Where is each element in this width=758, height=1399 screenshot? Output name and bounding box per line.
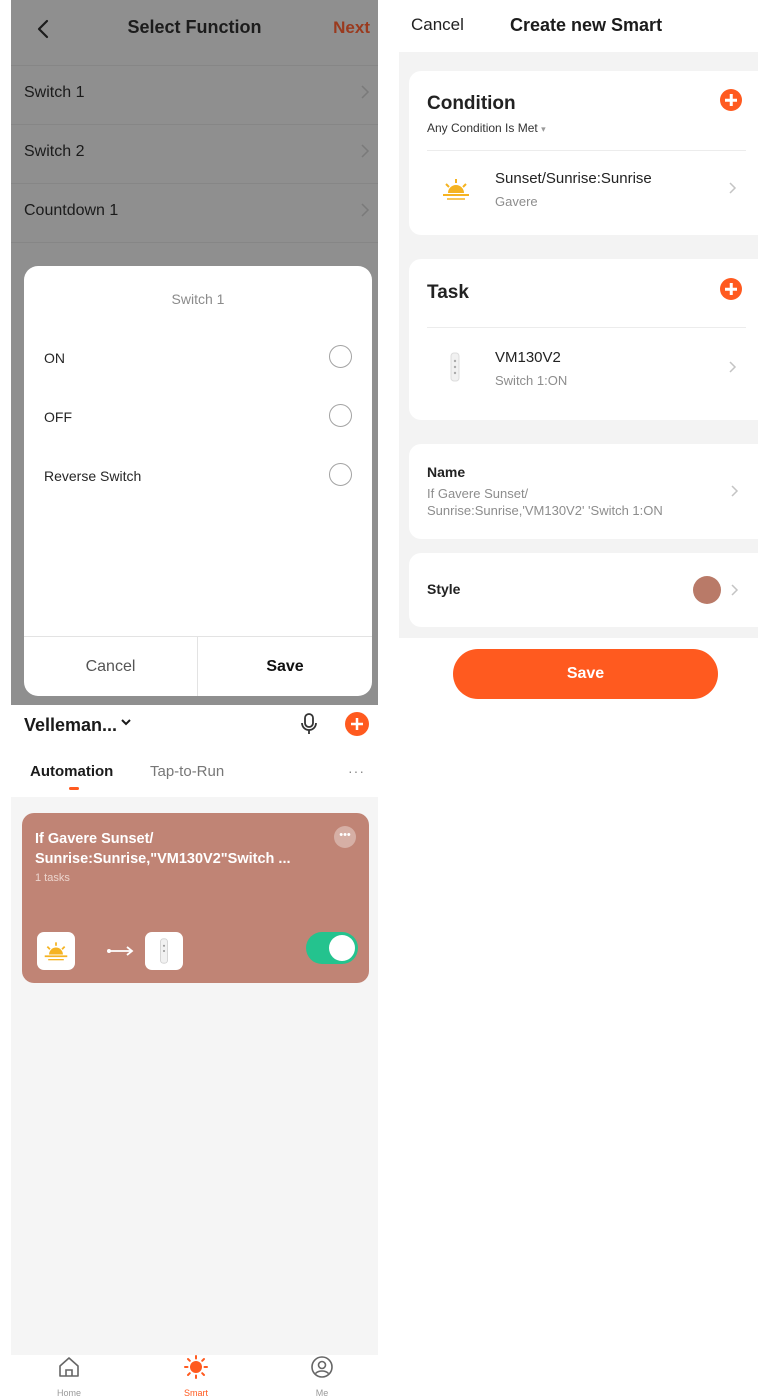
task-item[interactable]: VM130V2 Switch 1:ON xyxy=(409,328,758,420)
select-function-header: Select Function Next xyxy=(11,0,378,56)
condition-mode-label: Any Condition Is Met xyxy=(427,121,538,135)
nav-me[interactable]: Me xyxy=(282,1355,362,1399)
condition-mode-selector[interactable]: Any Condition Is Met ▾ xyxy=(427,121,546,135)
bottom-navigation: Home Smart Me xyxy=(11,1355,378,1399)
microphone-icon[interactable] xyxy=(300,712,318,736)
radio-button[interactable] xyxy=(329,404,352,427)
option-label: Reverse Switch xyxy=(44,468,142,484)
smart-icon xyxy=(184,1355,208,1379)
option-on[interactable]: ON xyxy=(24,339,372,379)
task-card: Task VM130V2 Switch 1:ON xyxy=(409,259,758,420)
dialog-save-button[interactable]: Save xyxy=(198,637,372,696)
device-icon xyxy=(450,352,460,382)
function-row-label: Switch 2 xyxy=(24,143,85,160)
chevron-down-icon[interactable] xyxy=(119,715,133,729)
name-value-line: If Gavere Sunset/ xyxy=(427,486,529,501)
task-title: Task xyxy=(427,282,469,303)
name-card[interactable]: Name If Gavere Sunset/ Sunrise:Sunrise,'… xyxy=(409,444,758,539)
more-options-button[interactable]: ··· xyxy=(348,763,365,779)
chevron-right-icon xyxy=(361,85,370,99)
smart-topbar: Velleman... Automation Tap-to-Run ··· xyxy=(11,705,378,797)
condition-item-subtitle: Gavere xyxy=(495,194,538,209)
function-row-countdown-1[interactable]: Countdown 1 xyxy=(11,183,378,242)
select-function-screen: Select Function Next Switch 1 Switch 2 C… xyxy=(11,0,378,705)
chevron-right-icon xyxy=(731,485,739,497)
dialog-cancel-button[interactable]: Cancel xyxy=(24,637,198,696)
automation-card[interactable]: If Gavere Sunset/ Sunrise:Sunrise,"VM130… xyxy=(22,813,369,983)
task-item-subtitle: Switch 1:ON xyxy=(495,373,568,388)
function-row-switch-2[interactable]: Switch 2 xyxy=(11,124,378,183)
sunrise-icon xyxy=(443,179,469,200)
add-condition-icon[interactable] xyxy=(720,89,742,111)
task-thumbnail xyxy=(145,932,183,970)
radio-button[interactable] xyxy=(329,463,352,486)
nav-home[interactable]: Home xyxy=(29,1355,109,1399)
page-title: Create new Smart xyxy=(510,15,663,35)
option-label: OFF xyxy=(44,409,72,425)
option-reverse-switch[interactable]: Reverse Switch xyxy=(24,457,372,497)
chevron-right-icon xyxy=(729,182,737,194)
condition-item[interactable]: Sunset/Sunrise:Sunrise Gavere xyxy=(409,151,758,235)
chevron-right-icon xyxy=(731,584,739,596)
nav-smart[interactable]: Smart xyxy=(156,1355,236,1399)
chevron-right-icon xyxy=(361,203,370,217)
name-value: If Gavere Sunset/ Sunrise:Sunrise,'VM130… xyxy=(427,485,663,519)
option-off[interactable]: OFF xyxy=(24,398,372,438)
add-icon[interactable] xyxy=(345,712,369,736)
chevron-right-icon xyxy=(361,144,370,158)
chevron-right-icon xyxy=(729,361,737,373)
caret-down-icon: ▾ xyxy=(541,124,546,134)
home-selector[interactable]: Velleman... xyxy=(24,715,117,736)
tab-automation[interactable]: Automation xyxy=(30,763,113,780)
profile-icon xyxy=(311,1356,333,1378)
automation-more-button[interactable]: ••• xyxy=(334,826,356,848)
nav-label: Smart xyxy=(183,1388,208,1398)
dialog-title: Switch 1 xyxy=(171,291,225,307)
tab-tap-to-run[interactable]: Tap-to-Run xyxy=(150,763,224,780)
condition-card: Condition Any Condition Is Met ▾ Sunset/… xyxy=(409,71,758,235)
cancel-button[interactable]: Cancel xyxy=(411,15,464,35)
page-title: Select Function xyxy=(127,17,262,37)
task-item-title: VM130V2 xyxy=(495,349,561,366)
name-label: Name xyxy=(427,464,466,480)
nav-label: Home xyxy=(56,1388,81,1398)
style-card[interactable]: Style xyxy=(409,553,758,627)
condition-thumbnail xyxy=(37,932,75,970)
smart-list-screen: Velleman... Automation Tap-to-Run ··· If… xyxy=(11,705,378,1399)
add-task-icon[interactable] xyxy=(720,278,742,300)
condition-item-title: Sunset/Sunrise:Sunrise xyxy=(495,170,652,187)
automation-task-count: 1 tasks xyxy=(35,872,70,884)
active-tab-indicator xyxy=(69,787,79,790)
switch-options-dialog: Switch 1 ON OFF Reverse Switch Cancel Sa… xyxy=(24,266,372,696)
style-label: Style xyxy=(427,581,461,597)
automation-name-line: If Gavere Sunset/ xyxy=(35,831,154,847)
condition-title: Condition xyxy=(427,93,516,114)
arrow-right-icon xyxy=(107,946,134,956)
automation-name-line: Sunrise:Sunrise,"VM130V2"Switch ... xyxy=(35,851,291,867)
home-icon xyxy=(59,1357,79,1377)
dialog-footer: Cancel Save xyxy=(24,636,372,696)
option-label: ON xyxy=(44,350,65,366)
device-icon xyxy=(160,938,168,964)
automation-enable-toggle[interactable] xyxy=(306,932,358,964)
automation-name: If Gavere Sunset/ Sunrise:Sunrise,"VM130… xyxy=(35,829,335,869)
function-row-label: Countdown 1 xyxy=(24,202,119,219)
nav-label: Me xyxy=(315,1388,329,1398)
toggle-knob xyxy=(329,935,355,961)
name-value-line: Sunrise:Sunrise,'VM130V2' 'Switch 1:ON xyxy=(427,503,663,518)
create-smart-screen: Cancel Create new Smart Condition Any Co… xyxy=(399,0,758,705)
save-button[interactable]: Save xyxy=(453,649,718,699)
function-row-switch-1[interactable]: Switch 1 xyxy=(11,65,378,124)
function-row-label: Switch 1 xyxy=(24,84,85,101)
radio-button[interactable] xyxy=(329,345,352,368)
style-color-swatch xyxy=(693,576,721,604)
next-button[interactable]: Next xyxy=(333,18,370,38)
sunrise-icon xyxy=(44,942,68,961)
